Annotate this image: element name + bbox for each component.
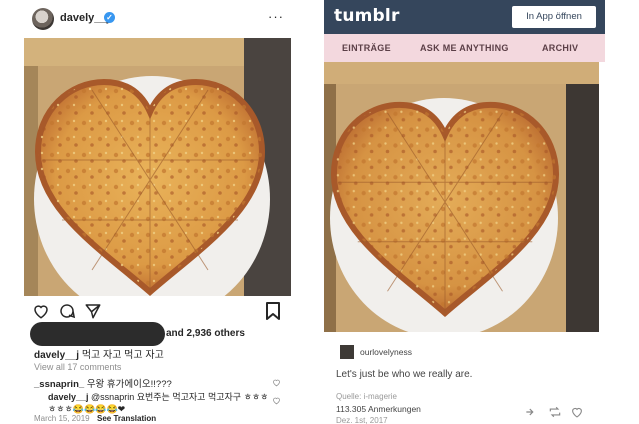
heart-icon[interactable] (32, 302, 50, 320)
post-date: March 15, 2019 (34, 414, 90, 423)
post-header: davely__j ✓ ··· (0, 0, 296, 38)
nav-ask[interactable]: ASK ME ANYTHING (420, 43, 509, 53)
tumblr-logo[interactable]: tumblr (334, 6, 400, 26)
comment-like-icon[interactable] (272, 378, 281, 387)
post-date: Dez. 1st, 2017 (336, 416, 388, 424)
more-icon[interactable]: ··· (268, 9, 284, 24)
bookmark-icon[interactable] (265, 302, 281, 320)
share-icon[interactable] (524, 406, 538, 418)
username[interactable]: ourlovelyness (360, 347, 412, 357)
tumblr-header: tumblr In App öffnen (324, 0, 605, 34)
verified-icon: ✓ (104, 12, 115, 23)
post-text: Let's just be who we really are. (336, 369, 473, 380)
pizza-image (330, 101, 560, 318)
redacted-likes (30, 322, 165, 346)
post-source[interactable]: Quelle: i-magerie (336, 392, 397, 401)
caption-user[interactable]: davely__j (34, 350, 79, 361)
caption-text: 먹고 자고 먹고 자고 (81, 350, 164, 361)
avatar[interactable] (340, 345, 354, 359)
heart-icon[interactable] (570, 406, 584, 418)
likes-count[interactable]: and 2,936 others (166, 328, 245, 339)
post-image (324, 62, 599, 332)
pizza-image (34, 78, 266, 296)
blog-nav: EINTRÄGE ASK ME ANYTHING ARCHIV (324, 34, 605, 62)
view-all-comments[interactable]: View all 17 comments (34, 362, 121, 372)
post-image (24, 38, 291, 296)
comment-user[interactable]: davely__j (48, 392, 89, 402)
nav-archive[interactable]: ARCHIV (542, 43, 578, 53)
avatar[interactable] (32, 8, 54, 30)
comment: _ssnaprin_ 우왕 휴가에이오!!??? (34, 376, 172, 390)
share-icon[interactable] (84, 302, 102, 320)
caption: davely__j 먹고 자고 먹고 자고 (34, 346, 164, 361)
comment-reply: davely__j @ssnaprin 요번주는 먹고자고 먹고자구 ㅎㅎㅎ ㅎ… (48, 391, 273, 415)
open-in-app-button[interactable]: In App öffnen (512, 6, 596, 28)
instagram-post: davely__j ✓ ··· and 2,936 others davely_… (0, 0, 296, 424)
reblog-icon[interactable] (548, 406, 562, 418)
notes-count[interactable]: 113.305 Anmerkungen (336, 404, 421, 414)
comment-user[interactable]: _ssnaprin_ (34, 379, 84, 390)
see-translation-link[interactable]: See Translation (97, 414, 156, 423)
username[interactable]: davely__j (60, 12, 110, 24)
nav-entries[interactable]: EINTRÄGE (342, 43, 391, 53)
comment-icon[interactable] (58, 302, 76, 320)
tumblr-post: tumblr In App öffnen EINTRÄGE ASK ME ANY… (318, 0, 639, 424)
comment-text: 우왕 휴가에이오!!??? (86, 379, 172, 390)
comment-like-icon[interactable] (272, 396, 281, 405)
